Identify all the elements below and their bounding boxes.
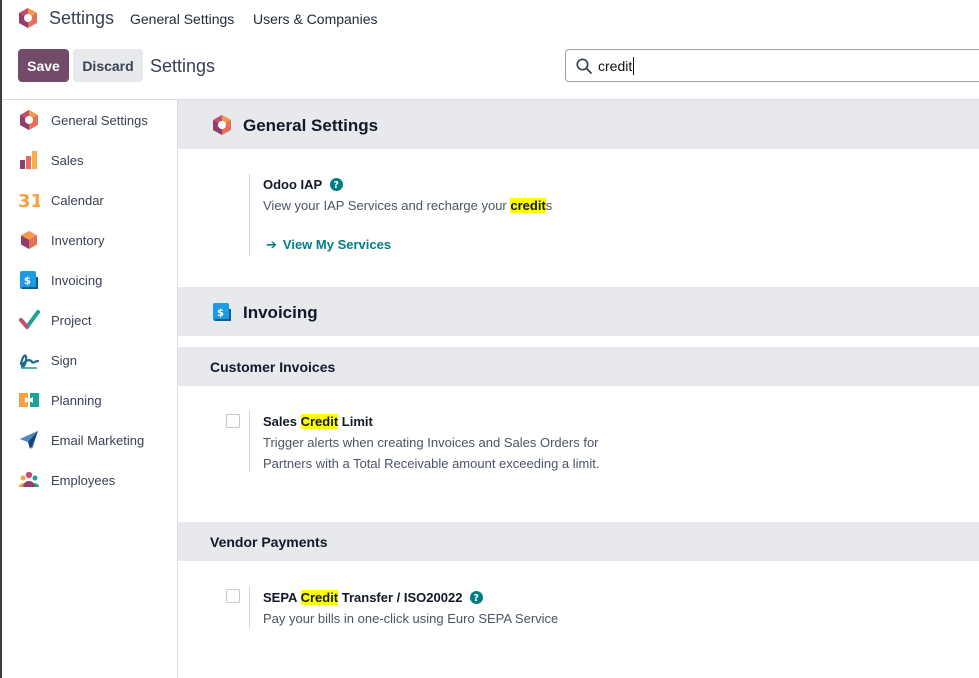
subsection-header-vendor-payments: Vendor Payments	[178, 522, 979, 561]
subsection-title: Vendor Payments	[210, 534, 328, 550]
setting-title-sales-credit-limit: Sales Credit Limit	[263, 414, 373, 429]
setting-divider	[249, 586, 250, 628]
nav-general-settings[interactable]: General Settings	[130, 11, 234, 27]
svg-text:$: $	[24, 276, 31, 287]
project-icon	[19, 310, 40, 329]
sales-credit-limit-checkbox[interactable]	[226, 414, 240, 428]
sidebar-item-sign[interactable]: Sign	[0, 340, 177, 380]
sidebar-item-inventory[interactable]: Inventory	[0, 220, 177, 260]
sidebar-item-label: Employees	[51, 473, 116, 488]
sidebar-item-sales[interactable]: Sales	[0, 140, 177, 180]
planning-icon	[19, 393, 39, 407]
nav-users-companies[interactable]: Users & Companies	[253, 11, 378, 27]
subsection-header-customer-invoices: Customer Invoices	[178, 347, 979, 386]
setting-divider	[249, 174, 250, 256]
window-edge	[0, 0, 2, 678]
setting-divider	[249, 410, 250, 472]
svg-text:?: ?	[334, 180, 340, 191]
sidebar-item-label: General Settings	[51, 113, 148, 128]
sepa-credit-transfer-checkbox[interactable]	[226, 589, 240, 603]
settings-app-icon[interactable]	[17, 7, 39, 29]
invoicing-icon: $	[20, 271, 38, 289]
search-highlight: Credit	[300, 414, 339, 429]
sidebar-item-label: Sign	[51, 353, 78, 368]
invoicing-icon: $	[213, 303, 231, 321]
sidebar-item-project[interactable]: Project	[0, 300, 177, 340]
sidebar-item-calendar[interactable]: 31 Calendar	[0, 180, 177, 220]
setting-title-odoo-iap: Odoo IAP ?	[263, 177, 344, 192]
sidebar-item-label: Project	[51, 313, 92, 328]
settings-sidebar: General Settings Sales 31 Calendar Inven…	[0, 100, 178, 678]
sidebar-item-label: Calendar	[51, 193, 104, 208]
save-button[interactable]: Save	[18, 49, 69, 82]
sidebar-item-invoicing[interactable]: $ Invoicing	[0, 260, 177, 300]
employees-icon	[19, 471, 39, 487]
odoo-logo-icon	[20, 110, 38, 130]
settings-content: General Settings Odoo IAP ? View your IA…	[178, 100, 979, 678]
sidebar-item-planning[interactable]: Planning	[0, 380, 177, 420]
top-navbar: Settings General Settings Users & Compan…	[0, 0, 979, 37]
setting-title-sepa-credit-transfer: SEPA Credit Transfer / ISO20022 ?	[263, 590, 484, 605]
sidebar-item-label: Planning	[51, 393, 102, 408]
section-title: General Settings	[243, 116, 379, 135]
discard-button[interactable]: Discard	[73, 49, 143, 82]
sidebar-item-label: Email Marketing	[51, 433, 145, 448]
sidebar-item-employees[interactable]: Employees	[0, 460, 177, 500]
svg-text:31: 31	[18, 191, 40, 211]
sidebar-item-label: Invoicing	[51, 273, 103, 288]
app-title[interactable]: Settings	[49, 8, 114, 29]
svg-text:$: $	[217, 308, 224, 319]
sign-icon	[19, 354, 40, 369]
breadcrumb: Settings	[150, 56, 216, 76]
svg-text:?: ?	[474, 593, 480, 604]
sales-icon	[20, 151, 37, 169]
calendar-icon: 31	[18, 191, 40, 211]
sidebar-item-email-marketing[interactable]: Email Marketing	[0, 420, 177, 460]
setting-desc-sepa-credit-transfer: Pay your bills in one-click using Euro S…	[263, 611, 559, 626]
search-bar[interactable]	[565, 49, 979, 82]
search-icon[interactable]	[575, 57, 593, 75]
search-highlight: credit	[510, 198, 546, 213]
odoo-logo-icon	[213, 115, 231, 135]
sidebar-item-general-settings[interactable]: General Settings	[0, 100, 177, 140]
setting-desc-odoo-iap: View your IAP Services and recharge your…	[263, 198, 553, 213]
inventory-icon	[21, 231, 37, 249]
setting-desc-sales-credit-limit: Trigger alerts when creating Invoices an…	[263, 435, 600, 471]
view-my-services-link[interactable]: ➔ View My Services	[266, 237, 391, 253]
sidebar-item-label: Inventory	[51, 233, 105, 248]
search-input[interactable]	[598, 57, 958, 75]
section-header-general-settings: General Settings	[178, 100, 979, 149]
help-icon[interactable]: ?	[470, 591, 484, 604]
text-caret	[633, 57, 634, 75]
section-header-invoicing: $ Invoicing	[178, 287, 979, 336]
sidebar-item-label: Sales	[51, 153, 84, 168]
email-marketing-icon	[20, 431, 38, 449]
arrow-right-icon: ➔	[266, 237, 277, 252]
subsection-title: Customer Invoices	[210, 359, 336, 375]
section-title: Invoicing	[243, 303, 318, 322]
search-highlight: Credit	[300, 590, 339, 605]
help-icon[interactable]: ?	[330, 178, 344, 191]
